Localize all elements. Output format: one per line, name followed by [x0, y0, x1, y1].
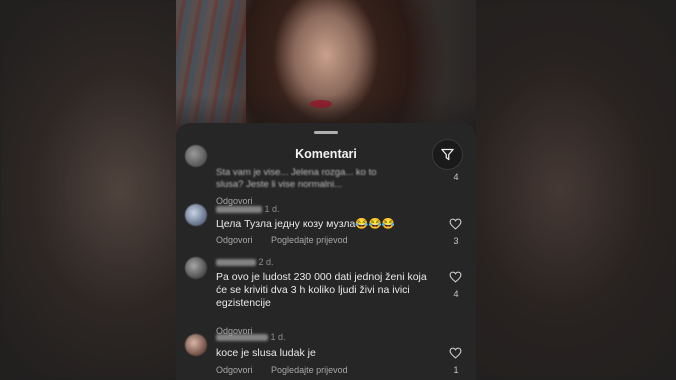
heart-icon[interactable]	[449, 347, 462, 359]
comment-meta: 1 d.	[216, 204, 280, 214]
username-blurred[interactable]	[216, 259, 256, 267]
sheet-title: Komentari	[295, 147, 357, 161]
reply-button[interactable]: Odgovori	[216, 235, 253, 245]
avatar[interactable]	[185, 257, 207, 279]
comment-text: Sta vam je vise... Jelena rozga... ko to…	[216, 167, 377, 190]
comment-actions: Odgovori Pogledajte prijevod	[216, 235, 364, 245]
comment-time: 1 d.	[264, 204, 280, 214]
avatar[interactable]	[185, 204, 207, 226]
heart-icon[interactable]	[449, 271, 462, 283]
comment-time: 1 d.	[270, 332, 286, 342]
comment-meta: 2 d.	[216, 257, 274, 267]
like-count: 1	[453, 365, 459, 375]
like-count: 4	[453, 172, 459, 182]
avatar[interactable]	[185, 334, 207, 356]
like-count: 3	[453, 236, 459, 246]
username-blurred[interactable]	[216, 206, 262, 214]
comment-actions: Odgovori Pogledajte prijevod	[216, 365, 364, 375]
phone-screen: Komentari Sta vam je vise... Jelena rozg…	[176, 0, 476, 380]
heart-icon[interactable]	[449, 218, 462, 230]
translate-link[interactable]: Pogledajte prijevod	[271, 365, 348, 375]
comment-meta: 1 d.	[216, 332, 286, 342]
translate-link[interactable]: Pogledajte prijevod	[271, 235, 348, 245]
reply-button[interactable]: Odgovori	[216, 365, 253, 375]
username-blurred[interactable]	[216, 334, 268, 342]
drag-handle[interactable]	[314, 131, 338, 134]
comment-time: 2 d.	[258, 257, 274, 267]
comment-text: Pa ovo je ludost 230 000 dati jednoj žen…	[216, 271, 427, 309]
avatar	[185, 145, 207, 167]
like-count: 4	[453, 289, 459, 299]
comments-sheet: Komentari Sta vam je vise... Jelena rozg…	[176, 123, 476, 380]
comment-text: koce je slusa ludak je	[216, 347, 316, 359]
comment-text: Цела Тузла једну козу музла😂😂😂	[216, 218, 395, 230]
filter-send-icon	[441, 148, 454, 161]
filter-button[interactable]	[432, 139, 463, 170]
